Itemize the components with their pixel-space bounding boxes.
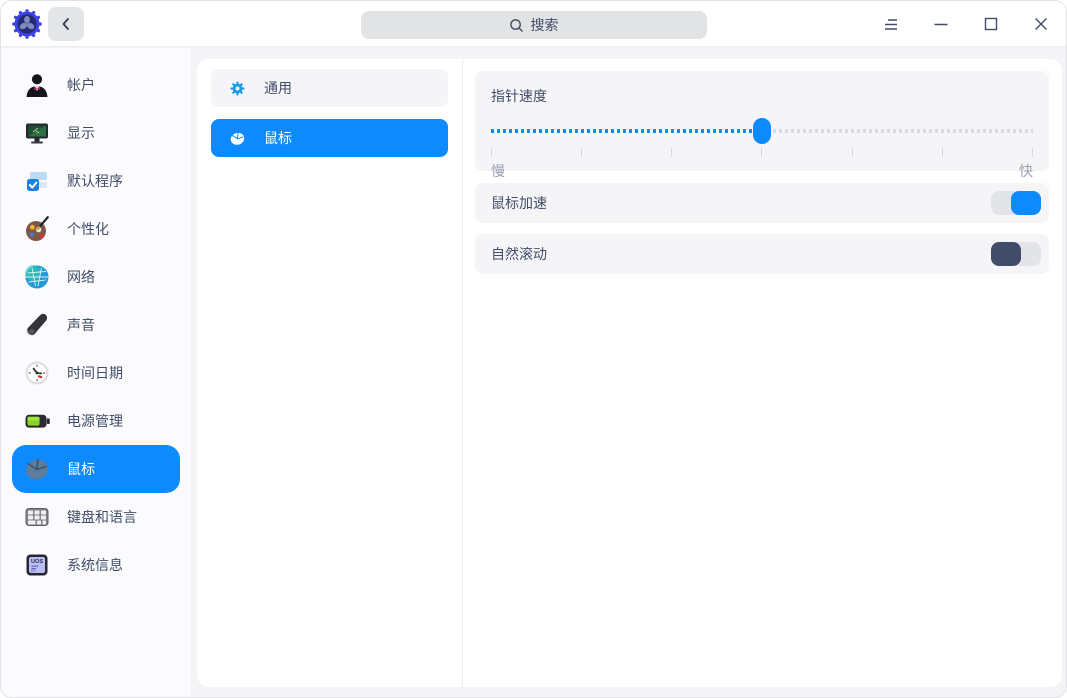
personalization-icon xyxy=(23,215,51,243)
natural-scroll-label: 自然滚动 xyxy=(491,244,547,264)
gear-icon xyxy=(229,80,246,97)
pointer-speed-label: 指针速度 xyxy=(491,86,1033,106)
mouse-icon xyxy=(23,455,51,483)
sidebar-item-label: 键盘和语言 xyxy=(67,507,137,527)
power-icon xyxy=(23,407,51,435)
sidebar-item-label: 电源管理 xyxy=(67,411,123,431)
search-icon xyxy=(509,18,524,33)
menu-icon xyxy=(882,15,900,33)
control-center-window: 搜索 xyxy=(0,0,1067,698)
chevron-left-icon xyxy=(58,16,74,32)
datetime-icon xyxy=(23,359,51,387)
sidebar: 帐户 显示 默认程序 个性化 网络 声音 xyxy=(1,48,191,697)
toggle-rows: 鼠标加速自然滚动 xyxy=(475,183,1049,274)
slider-tick xyxy=(491,148,492,157)
sidebar-item-display[interactable]: 显示 xyxy=(12,109,180,157)
sidebar-item-sound[interactable]: 声音 xyxy=(12,301,180,349)
sidebar-item-system-info[interactable]: UOS 系统信息 xyxy=(12,541,180,589)
sidebar-item-label: 时间日期 xyxy=(67,363,123,383)
sidebar-item-label: 个性化 xyxy=(67,219,109,239)
mouse-acceleration-label: 鼠标加速 xyxy=(491,193,547,213)
sidebar-item-mouse[interactable]: 鼠标 xyxy=(12,445,180,493)
nav-item-general[interactable]: 通用 xyxy=(211,69,448,107)
back-button[interactable] xyxy=(48,7,84,41)
sidebar-item-accounts[interactable]: 帐户 xyxy=(12,61,180,109)
accounts-icon xyxy=(23,71,51,99)
sidebar-item-label: 鼠标 xyxy=(67,459,95,479)
main-panel: 通用 鼠标 指针速度 慢 快 鼠标加速自然滚动 xyxy=(197,59,1062,687)
mouse-settings-content: 指针速度 慢 快 鼠标加速自然滚动 xyxy=(463,59,1062,687)
fast-label: 快 xyxy=(1019,161,1033,181)
nav-item-mouse[interactable]: 鼠标 xyxy=(211,119,448,157)
nav-item-label: 鼠标 xyxy=(264,128,292,148)
maximize-icon xyxy=(982,15,1000,33)
mouse-section-nav: 通用 鼠标 xyxy=(197,59,463,687)
mouse-acceleration-row: 鼠标加速 xyxy=(475,183,1049,223)
sidebar-item-label: 声音 xyxy=(67,315,95,335)
minimize-button[interactable] xyxy=(926,9,956,39)
sidebar-item-keyboard[interactable]: 键盘和语言 xyxy=(12,493,180,541)
pointer-speed-slider[interactable] xyxy=(491,118,1033,144)
mouse-icon xyxy=(229,130,246,147)
slider-handle[interactable] xyxy=(753,118,771,144)
natural-scroll-row: 自然滚动 xyxy=(475,234,1049,274)
keyboard-icon xyxy=(23,503,51,531)
natural-scroll-toggle[interactable] xyxy=(991,242,1041,266)
sidebar-item-power[interactable]: 电源管理 xyxy=(12,397,180,445)
sidebar-item-datetime[interactable]: 时间日期 xyxy=(12,349,180,397)
system-info-icon: UOS xyxy=(23,551,51,579)
mouse-acceleration-toggle[interactable] xyxy=(991,191,1041,215)
search-placeholder: 搜索 xyxy=(531,15,559,35)
menu-button[interactable] xyxy=(876,9,906,39)
slider-tick xyxy=(761,148,762,157)
slider-tick xyxy=(852,148,853,157)
default-apps-icon xyxy=(23,167,51,195)
sound-icon xyxy=(23,311,51,339)
slider-tick xyxy=(1032,148,1033,157)
pointer-speed-card: 指针速度 慢 快 xyxy=(475,71,1049,171)
titlebar: 搜索 xyxy=(1,1,1066,47)
slider-tick xyxy=(671,148,672,157)
maximize-button[interactable] xyxy=(976,9,1006,39)
control-center-logo-icon xyxy=(11,8,43,40)
sidebar-item-label: 网络 xyxy=(67,267,95,287)
slow-label: 慢 xyxy=(491,161,505,181)
toggle-knob[interactable] xyxy=(1011,191,1041,215)
close-button[interactable] xyxy=(1026,9,1056,39)
display-icon xyxy=(23,119,51,147)
nav-item-label: 通用 xyxy=(264,78,292,98)
slider-tick xyxy=(942,148,943,157)
slider-tick xyxy=(581,148,582,157)
close-icon xyxy=(1032,15,1050,33)
search-input[interactable]: 搜索 xyxy=(361,11,707,39)
sidebar-item-label: 系统信息 xyxy=(67,555,123,575)
network-icon xyxy=(23,263,51,291)
sidebar-item-personalization[interactable]: 个性化 xyxy=(12,205,180,253)
sidebar-item-label: 显示 xyxy=(67,123,95,143)
sidebar-item-network[interactable]: 网络 xyxy=(12,253,180,301)
slider-minmax-labels: 慢 快 xyxy=(491,161,1033,181)
sidebar-item-default-apps[interactable]: 默认程序 xyxy=(12,157,180,205)
minimize-icon xyxy=(932,15,950,33)
window-controls xyxy=(876,9,1066,39)
sidebar-item-label: 默认程序 xyxy=(67,171,123,191)
sidebar-item-label: 帐户 xyxy=(67,75,95,95)
toggle-knob[interactable] xyxy=(991,242,1021,266)
slider-ticks xyxy=(491,148,1033,157)
slider-track-filled[interactable] xyxy=(491,129,762,133)
svg-text:UOS: UOS xyxy=(31,559,43,565)
